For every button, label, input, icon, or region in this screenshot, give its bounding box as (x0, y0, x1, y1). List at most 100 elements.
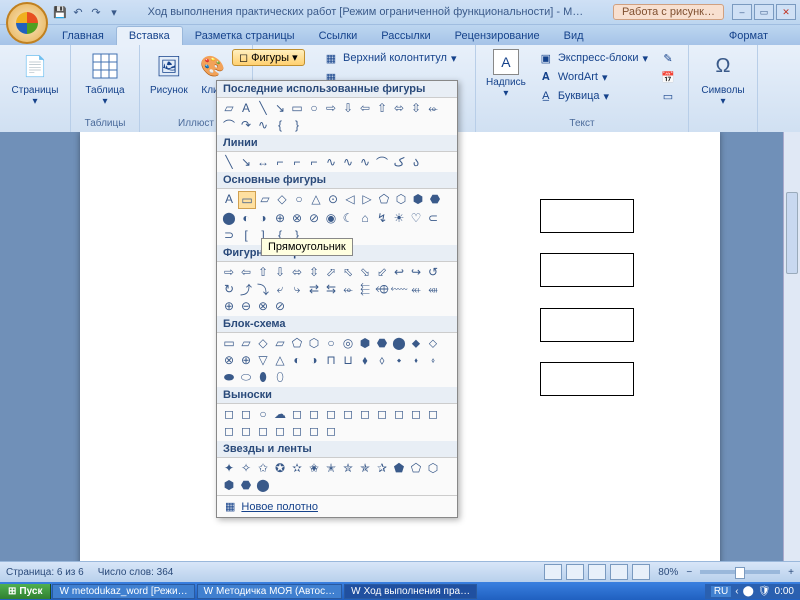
shape-item[interactable]: ⬡ (306, 335, 322, 351)
shape-item[interactable]: ◐ (289, 352, 305, 368)
shape-item[interactable]: ∿ (340, 154, 356, 170)
shape-item[interactable]: ▱ (221, 100, 237, 116)
shape-item[interactable]: ◻ (221, 406, 237, 422)
shape-item[interactable]: ↺ (425, 264, 441, 280)
shape-item[interactable]: ⬦ (425, 335, 441, 351)
shape-item[interactable]: ⬢ (221, 477, 237, 493)
task-item-1[interactable]: Wmetodukaz_word [Режи… (52, 584, 194, 599)
quickparts-button[interactable]: ▣Экспресс-блоки▾ (534, 49, 652, 67)
view-read-btn[interactable] (566, 564, 584, 580)
shape-item[interactable]: A (238, 100, 254, 116)
shape-item[interactable]: ⬰ (340, 281, 356, 297)
shape-rect-4[interactable] (540, 362, 634, 396)
shape-item[interactable]: ⇧ (374, 100, 390, 116)
shape-item[interactable]: ↔ (255, 154, 271, 170)
shape-item[interactable]: A (221, 191, 237, 207)
shape-item[interactable]: △ (272, 352, 288, 368)
shape-item[interactable]: ⬩ (391, 352, 407, 368)
save-icon[interactable]: 💾 (52, 4, 68, 20)
shape-item[interactable]: ⬡ (393, 191, 409, 207)
shapes-button[interactable]: ◻ Фигуры▾ (232, 49, 305, 66)
shape-item[interactable]: ⇧ (255, 264, 271, 280)
tab-view[interactable]: Вид (552, 27, 596, 45)
shape-item[interactable]: ◐ (238, 210, 254, 226)
shape-item[interactable]: ⤵ (255, 281, 271, 297)
shape-item[interactable]: ◻ (340, 406, 356, 422)
shape-item[interactable]: ◑ (255, 210, 271, 226)
shape-item[interactable]: ⇩ (340, 100, 356, 116)
tab-format[interactable]: Формат (717, 27, 780, 45)
shape-item[interactable]: ⊙ (325, 191, 341, 207)
shape-item[interactable]: ⤷ (289, 281, 305, 297)
shape-item[interactable]: ◑ (306, 352, 322, 368)
shape-item[interactable]: ⬟ (391, 460, 407, 476)
shape-item[interactable]: ⬨ (374, 352, 390, 368)
shape-item[interactable]: ⬀ (323, 264, 339, 280)
shape-item[interactable]: ა (408, 154, 424, 170)
shape-item[interactable]: ⬴ (408, 281, 424, 297)
shape-item[interactable]: ⊗ (221, 352, 237, 368)
wordart-button[interactable]: 𝐀WordArt▾ (534, 68, 652, 86)
dd-new-canvas[interactable]: ▦ Новое полотно (217, 495, 457, 517)
zoom-slider[interactable] (700, 570, 780, 574)
shape-item[interactable]: ✧ (238, 460, 254, 476)
shape-item[interactable]: ○ (306, 100, 322, 116)
shape-item[interactable]: ◻ (289, 423, 305, 439)
picture-button[interactable]: 🖼 Рисунок (146, 47, 192, 98)
view-outline-btn[interactable] (610, 564, 628, 580)
shape-item[interactable]: ▱ (272, 335, 288, 351)
shape-item[interactable]: ◻ (306, 423, 322, 439)
shape-item[interactable]: ⬲ (374, 281, 390, 297)
shape-item[interactable]: ∿ (255, 117, 271, 133)
shape-item[interactable]: ◻ (408, 406, 424, 422)
shape-item[interactable]: ▭ (221, 335, 237, 351)
shape-item[interactable]: ⬢ (410, 191, 426, 207)
shape-item[interactable]: ⤴ (238, 281, 254, 297)
shape-item[interactable]: ⬫ (425, 352, 441, 368)
shape-item[interactable]: ⤶ (272, 281, 288, 297)
tab-review[interactable]: Рецензирование (443, 27, 552, 45)
shape-item[interactable]: ∿ (323, 154, 339, 170)
shape-item[interactable]: ⇨ (221, 264, 237, 280)
shape-item[interactable]: ⇦ (238, 264, 254, 280)
shape-item[interactable]: ⬤ (255, 477, 271, 493)
shape-item[interactable]: ⬄ (391, 100, 407, 116)
shape-item[interactable]: ⬱ (357, 281, 373, 297)
shape-item[interactable]: ⬢ (357, 335, 373, 351)
shape-item[interactable]: ⌐ (306, 154, 322, 170)
shape-item[interactable]: ↘ (272, 100, 288, 116)
shape-item[interactable]: ⊂ (425, 210, 441, 226)
shape-item[interactable]: ⬠ (289, 335, 305, 351)
shape-item[interactable]: ◉ (323, 210, 339, 226)
shape-item[interactable]: ⬰ (425, 100, 441, 116)
view-draft-btn[interactable] (632, 564, 650, 580)
shape-item[interactable]: ⇳ (408, 100, 424, 116)
shape-item[interactable]: ⬧ (357, 352, 373, 368)
shape-item[interactable]: ⬠ (376, 191, 392, 207)
shape-item[interactable]: ⊘ (306, 210, 322, 226)
shape-item[interactable]: ◻ (238, 406, 254, 422)
shape-item[interactable]: ◻ (221, 423, 237, 439)
shape-item[interactable]: ✬ (306, 460, 322, 476)
shape-item[interactable]: ☀ (391, 210, 407, 226)
shape-item[interactable]: ⇆ (323, 281, 339, 297)
shape-item[interactable]: ○ (291, 191, 307, 207)
close-button[interactable]: ✕ (776, 4, 796, 20)
shape-item[interactable]: ⬯ (272, 369, 288, 385)
contextual-tab[interactable]: Работа с рисунк… (613, 4, 724, 20)
view-web-btn[interactable] (588, 564, 606, 580)
shape-item[interactable]: ⌐ (272, 154, 288, 170)
shape-item[interactable]: ↷ (238, 117, 254, 133)
shape-item[interactable]: ⊕ (238, 352, 254, 368)
tab-insert[interactable]: Вставка (116, 26, 183, 45)
shape-item[interactable]: ک (391, 154, 407, 170)
shape-item[interactable]: ⬤ (391, 335, 407, 351)
shape-item[interactable]: ↻ (221, 281, 237, 297)
shape-item[interactable]: ◻ (306, 406, 322, 422)
shape-item[interactable]: ▽ (255, 352, 271, 368)
shape-rect-2[interactable] (540, 253, 634, 287)
tray-icon[interactable]: 🛡 (758, 586, 771, 597)
shape-item[interactable]: ◻ (323, 406, 339, 422)
shape-item[interactable]: ♡ (408, 210, 424, 226)
clock[interactable]: 0:00 (775, 586, 794, 597)
